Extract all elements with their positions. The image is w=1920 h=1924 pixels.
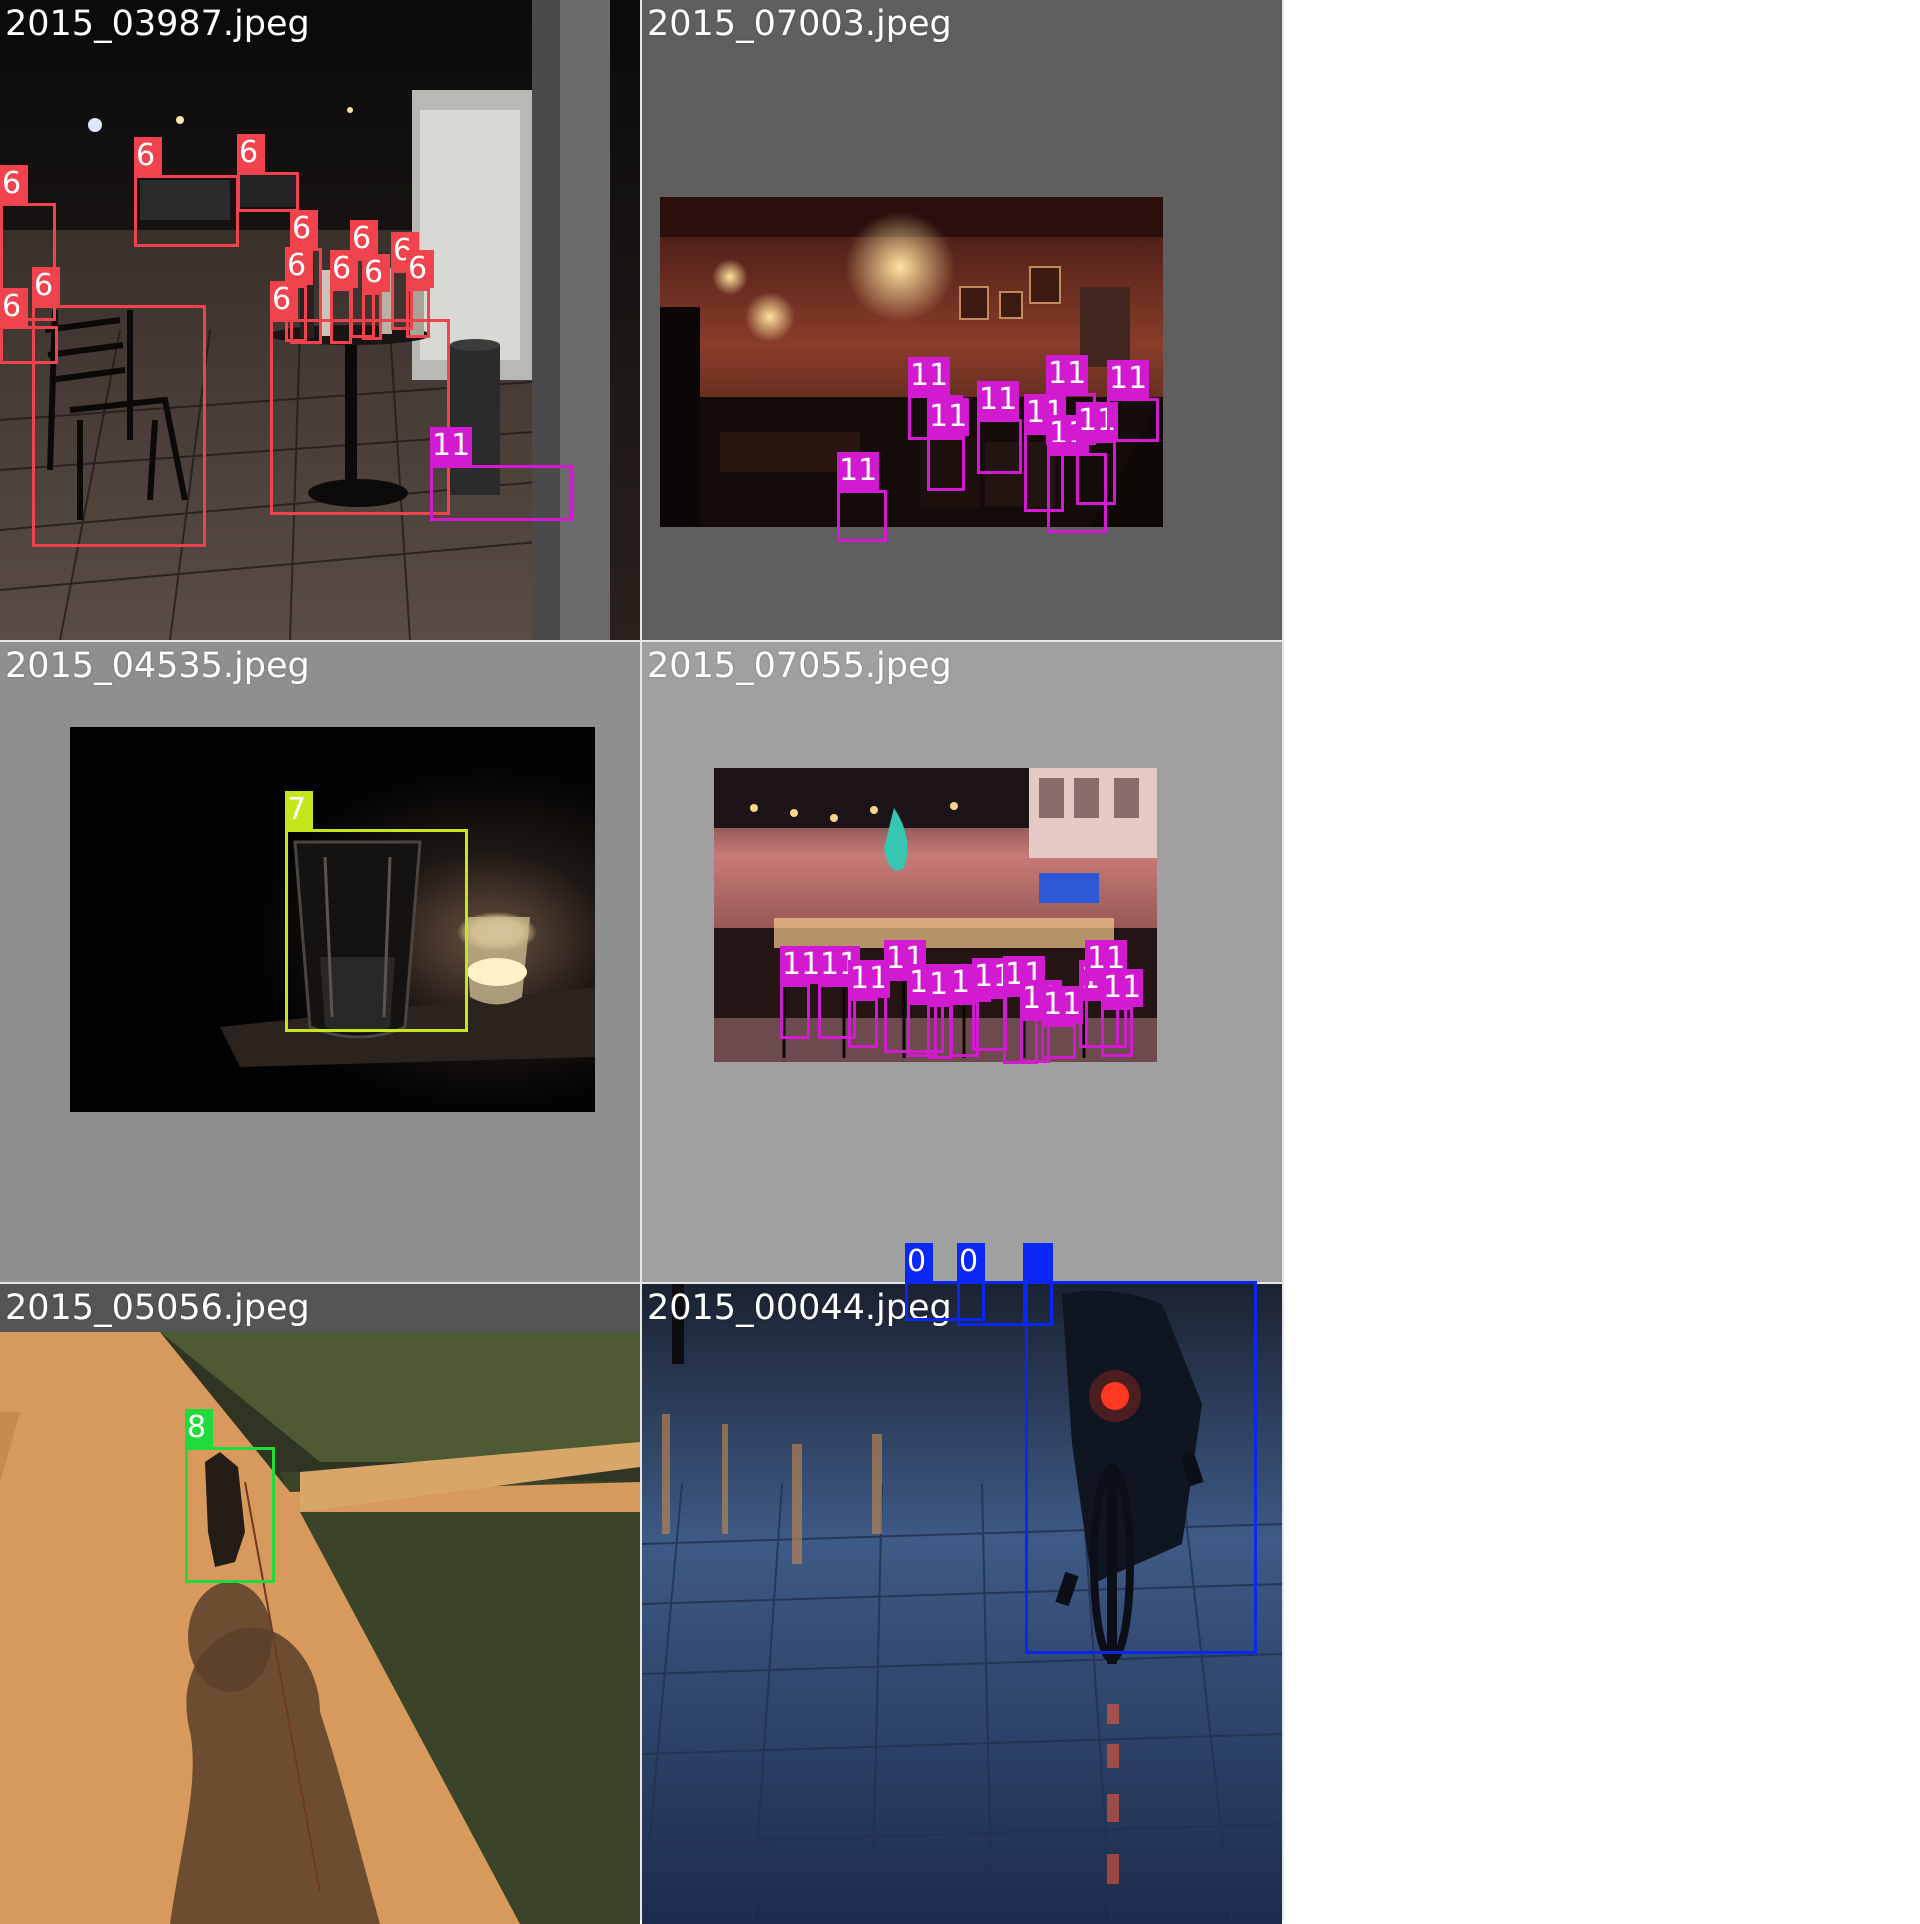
tile-filename: 2015_05056.jpeg [5, 1288, 310, 1328]
street-night-scene [0, 0, 640, 640]
shopfront-scene [714, 768, 1157, 1062]
dog-walk-scene [0, 1332, 640, 1924]
tile-filename: 2015_04535.jpeg [5, 646, 310, 686]
photo-shopfront [714, 768, 1157, 1062]
cyclist-scene [642, 1284, 1282, 1924]
mosaic-tile-shopfront: 2015_07055.jpeg [642, 642, 1282, 1282]
grid-separator [0, 640, 1284, 642]
grid-separator [640, 0, 642, 1920]
tile-filename: 2015_03987.jpeg [5, 4, 310, 44]
tile-filename: 2015_07055.jpeg [647, 646, 952, 686]
mosaic-tile-cyclist: 2015_00044.jpeg [642, 1284, 1282, 1924]
mosaic-tile-street-night: 2015_03987.jpeg [0, 0, 640, 640]
image-mosaic: 2015_03987.jpeg 2015_07003.jpeg 2015_045… [0, 0, 1920, 1924]
grid-separator [0, 1282, 1284, 1284]
grid-separator [1282, 0, 1284, 1920]
tile-filename: 2015_07003.jpeg [647, 4, 952, 44]
candle-scene [70, 727, 595, 1112]
photo-cyclist [642, 1284, 1282, 1924]
tile-filename: 2015_00044.jpeg [647, 1288, 952, 1328]
photo-street-night [0, 0, 640, 640]
restaurant-scene [660, 197, 1163, 527]
mosaic-tile-restaurant: 2015_07003.jpeg [642, 0, 1282, 640]
photo-restaurant [660, 197, 1163, 527]
photo-dog-walk [0, 1332, 640, 1924]
mosaic-tile-candle: 2015_04535.jpeg [0, 642, 640, 1282]
mosaic-tile-dog-walk: 2015_05056.jpeg [0, 1284, 640, 1924]
photo-candle [70, 727, 595, 1112]
